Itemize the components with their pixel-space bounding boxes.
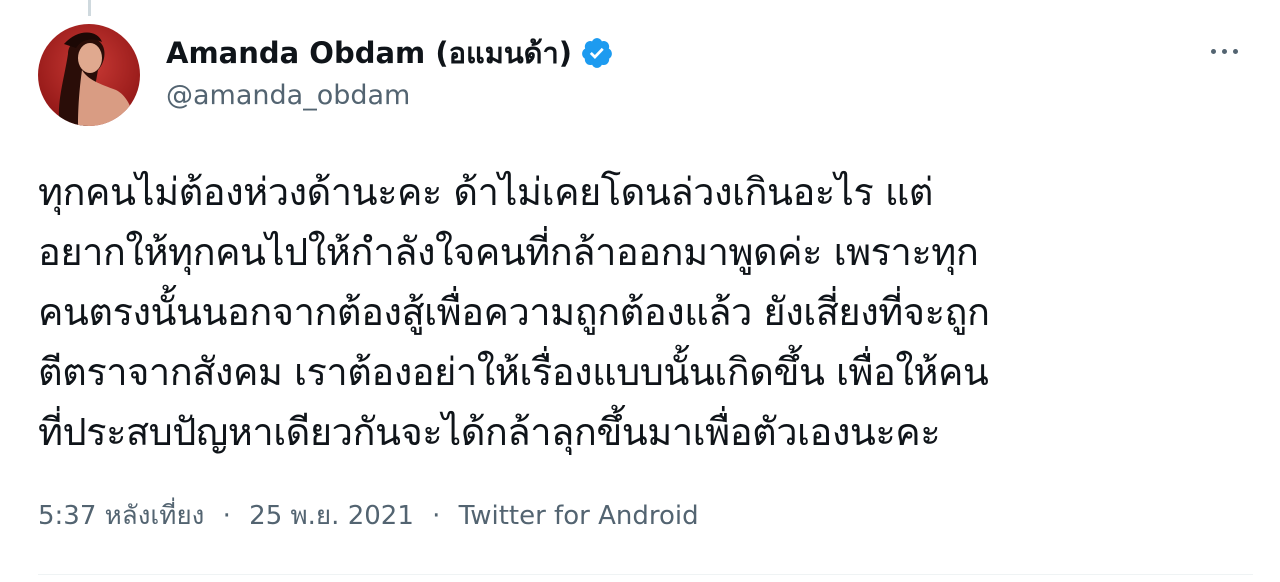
tweet-text: ทุกคนไม่ต้องห่วงด้านะคะ ด้าไม่เคยโดนล่วง… [38, 170, 990, 454]
tweet-source[interactable]: Twitter for Android [459, 501, 699, 531]
author-handle[interactable]: @amanda_obdam [166, 76, 614, 116]
more-horizontal-icon-dot [1232, 48, 1238, 54]
more-horizontal-icon [1210, 48, 1216, 54]
verified-badge-icon [580, 36, 614, 70]
avatar-image [38, 24, 140, 126]
divider [38, 574, 1253, 575]
tweet-time[interactable]: 5:37 หลังเที่ยง [38, 501, 204, 531]
avatar[interactable] [38, 24, 140, 126]
meta-separator: · [222, 501, 231, 531]
author-info: Amanda Obdam (อแมนด้า) @amanda_obdam [166, 30, 614, 116]
tweet-card: Amanda Obdam (อแมนด้า) @amanda_obdam ทุก… [0, 0, 1280, 582]
tweet-meta: 5:37 หลังเที่ยง · 25 พ.ย. 2021 · Twitter… [38, 496, 699, 536]
meta-separator: · [432, 501, 441, 531]
more-horizontal-icon-dot [1221, 48, 1227, 54]
tweet-date[interactable]: 25 พ.ย. 2021 [249, 501, 414, 531]
more-options-button[interactable] [1204, 36, 1244, 66]
thread-line [88, 0, 91, 16]
author-display-name[interactable]: Amanda Obdam (อแมนด้า) [166, 30, 572, 76]
author-name-row: Amanda Obdam (อแมนด้า) [166, 30, 614, 76]
